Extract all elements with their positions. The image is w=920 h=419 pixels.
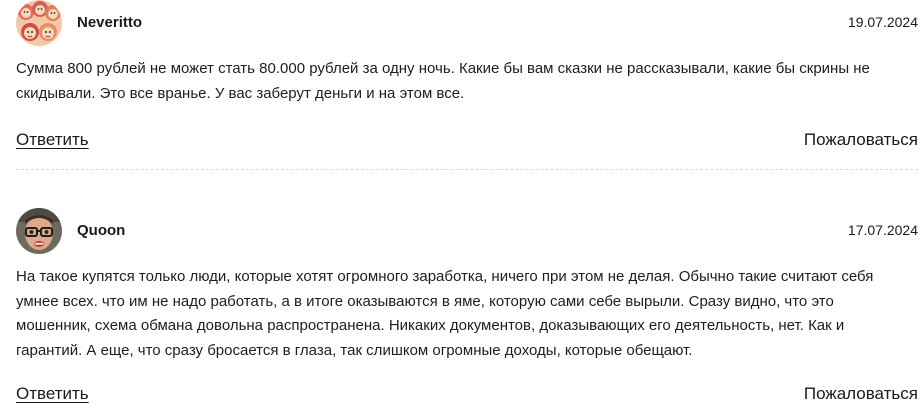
reply-link[interactable]: Ответить — [16, 130, 89, 150]
comment-date: 19.07.2024 — [847, 14, 918, 30]
comment-text: Сумма 800 рублей не может стать 80.000 р… — [16, 60, 870, 102]
avatar — [16, 208, 62, 254]
report-link[interactable]: Пожаловаться — [804, 130, 918, 150]
comment-item: Quoon 17.07.2024 На такое купятся только… — [16, 208, 918, 403]
comment-author: Quoon — [77, 222, 126, 239]
group-of-cartoon-faces-icon — [16, 0, 62, 46]
comment-header: Quoon 17.07.2024 — [16, 208, 918, 254]
reply-link[interactable]: Ответить — [16, 384, 89, 404]
comment-text: На такое купятся только люди, которые хо… — [16, 268, 874, 359]
comment-divider — [16, 169, 918, 170]
comment-header: Neveritto 19.07.2024 — [16, 0, 918, 46]
avatar — [16, 0, 62, 46]
man-with-glasses-icon — [16, 208, 62, 254]
comment-author: Neveritto — [77, 14, 143, 31]
comment-item: Neveritto 19.07.2024 Сумма 800 рублей не… — [16, 0, 918, 149]
comment-actions: Ответить Пожаловаться — [16, 384, 918, 406]
comment-date: 17.07.2024 — [847, 222, 918, 238]
report-link[interactable]: Пожаловаться — [804, 384, 918, 404]
comment-actions: Ответить Пожаловаться — [16, 130, 918, 152]
comments-list: Neveritto 19.07.2024 Сумма 800 рублей не… — [0, 0, 920, 419]
